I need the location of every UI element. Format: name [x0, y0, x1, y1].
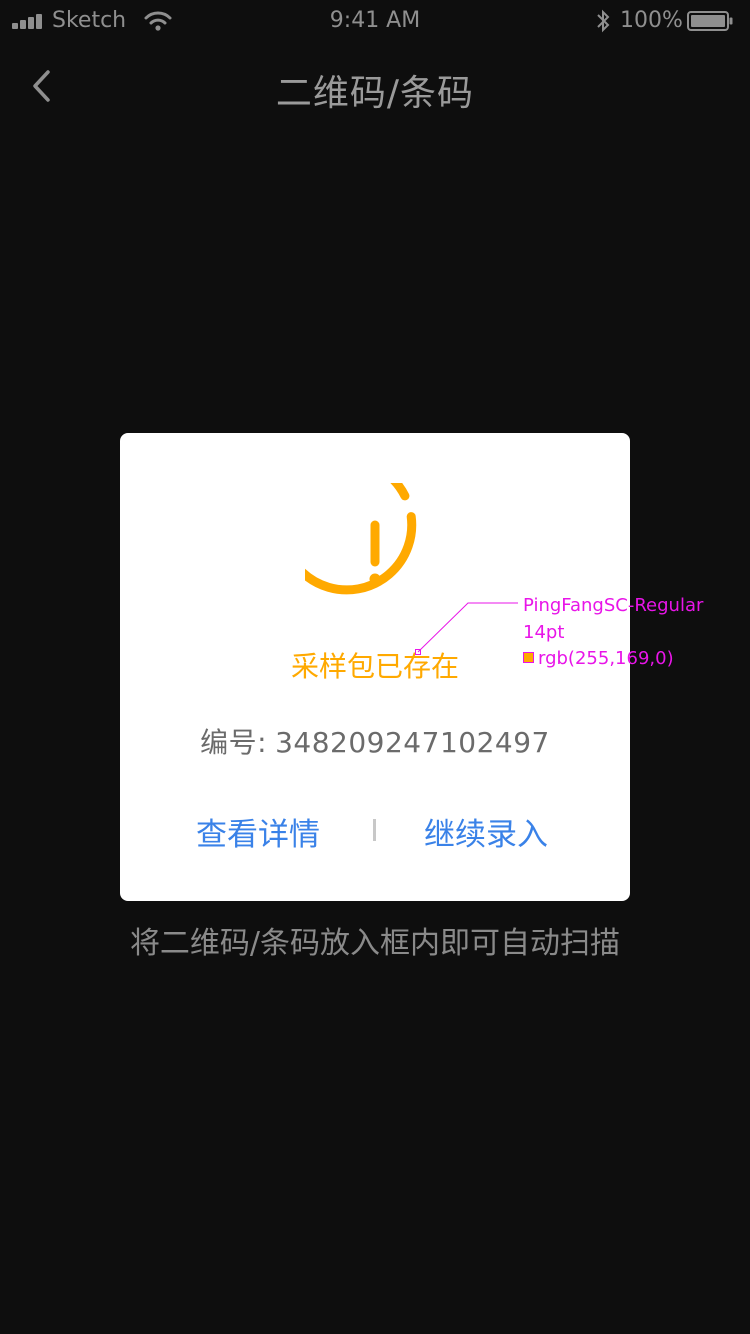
- annotation-color: rgb(255,169,0): [538, 648, 674, 669]
- annotation-size: 14pt: [523, 622, 565, 643]
- annotation-font: PingFangSC-Regular: [523, 595, 704, 616]
- annotation-color-swatch: [523, 652, 534, 663]
